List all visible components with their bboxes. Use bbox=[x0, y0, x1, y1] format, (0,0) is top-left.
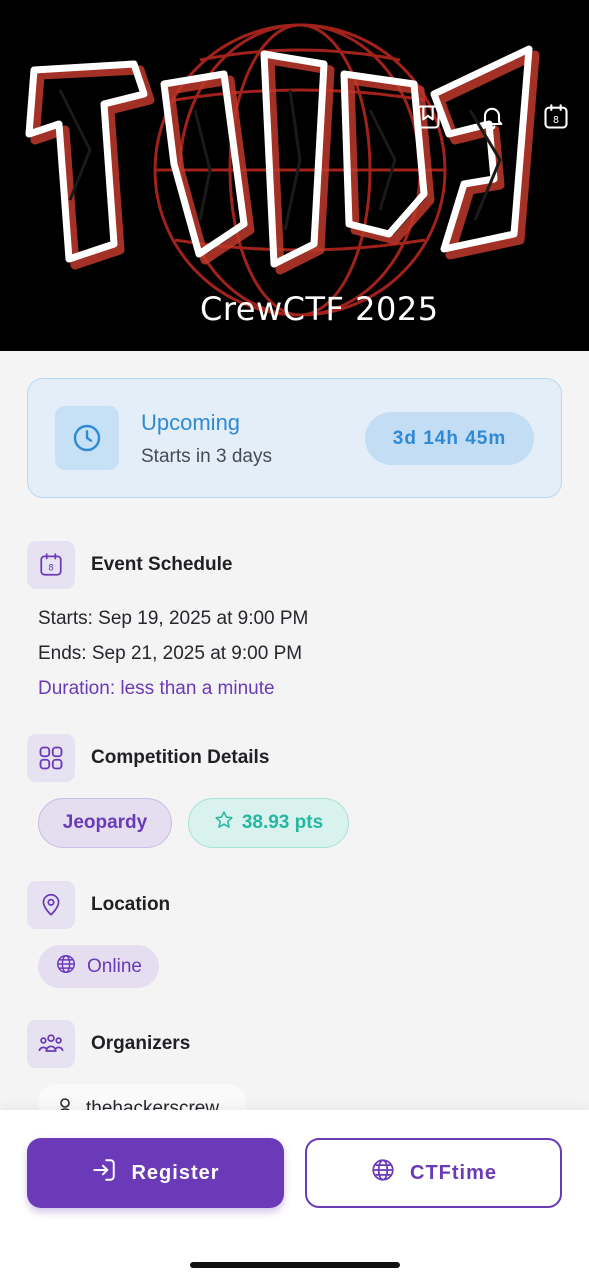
status-title: Upcoming bbox=[141, 410, 241, 435]
competition-section-header: Competition Details bbox=[27, 734, 427, 782]
map-pin-icon bbox=[27, 881, 75, 929]
section-title: Organizers bbox=[91, 1033, 191, 1054]
ctftime-label: CTFtime bbox=[410, 1161, 497, 1184]
register-button[interactable]: Register bbox=[27, 1138, 284, 1208]
users-icon bbox=[27, 1020, 75, 1068]
grid-icon bbox=[27, 734, 75, 782]
event-title: CrewCTF 2025 bbox=[200, 290, 439, 328]
location-section-header: Location bbox=[27, 881, 427, 929]
ctftime-button[interactable]: CTFtime bbox=[305, 1138, 562, 1208]
section-title: Location bbox=[91, 894, 171, 915]
bookmark-icon[interactable] bbox=[413, 102, 443, 132]
countdown-badge: 3d 14h 45m bbox=[365, 412, 534, 465]
status-card: Upcoming Starts in 3 days 3d 14h 45m bbox=[27, 378, 562, 498]
format-chip: Jeopardy bbox=[38, 798, 172, 848]
globe-icon bbox=[55, 953, 77, 981]
calendar-date: 8 bbox=[48, 563, 54, 573]
login-icon bbox=[91, 1157, 117, 1189]
points-chip: 38.93 pts bbox=[188, 798, 349, 848]
points-value: 38.93 pts bbox=[241, 812, 324, 833]
organizers-section-header: Organizers bbox=[27, 1020, 427, 1068]
clock-icon bbox=[55, 406, 119, 470]
calendar-icon: 8 bbox=[27, 541, 75, 589]
start-time: Starts: Sep 19, 2025 at 9:00 PM bbox=[38, 608, 309, 629]
duration: Duration: less than a minute bbox=[38, 678, 275, 699]
location-value: Online bbox=[87, 955, 142, 977]
schedule-section-header: 8 Event Schedule bbox=[27, 541, 427, 589]
globe-icon bbox=[370, 1157, 396, 1189]
star-icon bbox=[214, 810, 234, 836]
location-chip: Online bbox=[38, 945, 159, 988]
section-title: Competition Details bbox=[91, 747, 270, 768]
end-time: Ends: Sep 21, 2025 at 9:00 PM bbox=[38, 643, 303, 664]
section-title: Event Schedule bbox=[91, 554, 233, 575]
calendar-icon[interactable]: 8 bbox=[541, 102, 571, 132]
bottom-action-bar: Register CTFtime bbox=[0, 1110, 589, 1280]
event-banner: 8 CrewCTF 2025 bbox=[0, 0, 589, 351]
home-indicator[interactable] bbox=[190, 1262, 400, 1268]
calendar-badge: 8 bbox=[553, 115, 559, 126]
bell-icon[interactable] bbox=[477, 102, 507, 132]
register-label: Register bbox=[131, 1161, 220, 1184]
status-subtitle: Starts in 3 days bbox=[141, 446, 272, 467]
